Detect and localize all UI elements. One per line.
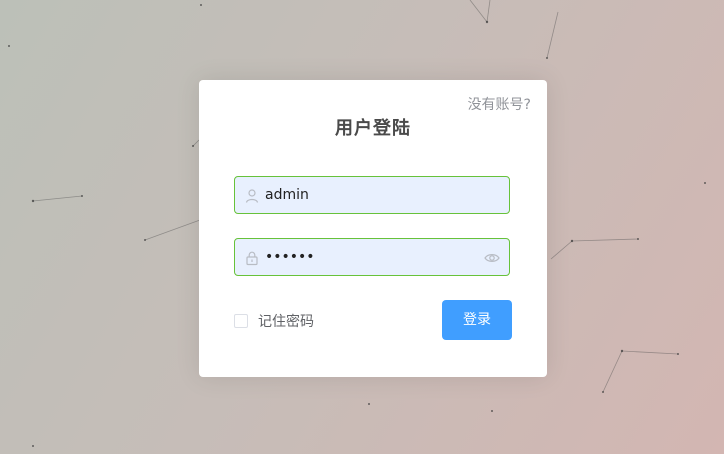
no-account-link[interactable]: 没有账号? (468, 94, 531, 114)
password-value: •••••• (265, 249, 315, 265)
login-button[interactable]: 登录 (442, 300, 512, 340)
lock-icon (246, 251, 258, 266)
remember-password[interactable]: 记住密码 (234, 311, 314, 331)
user-icon (245, 189, 259, 203)
username-value: admin (265, 187, 309, 203)
remember-checkbox[interactable] (234, 314, 248, 328)
dialog-title: 用户登陆 (335, 118, 411, 139)
eye-icon[interactable] (484, 250, 500, 266)
username-input[interactable]: admin (234, 176, 510, 214)
login-dialog: 没有账号? 用户登陆 admin •••••• 记住密码 登录 (199, 80, 547, 377)
remember-label: 记住密码 (258, 314, 314, 330)
password-input[interactable]: •••••• (234, 238, 510, 276)
